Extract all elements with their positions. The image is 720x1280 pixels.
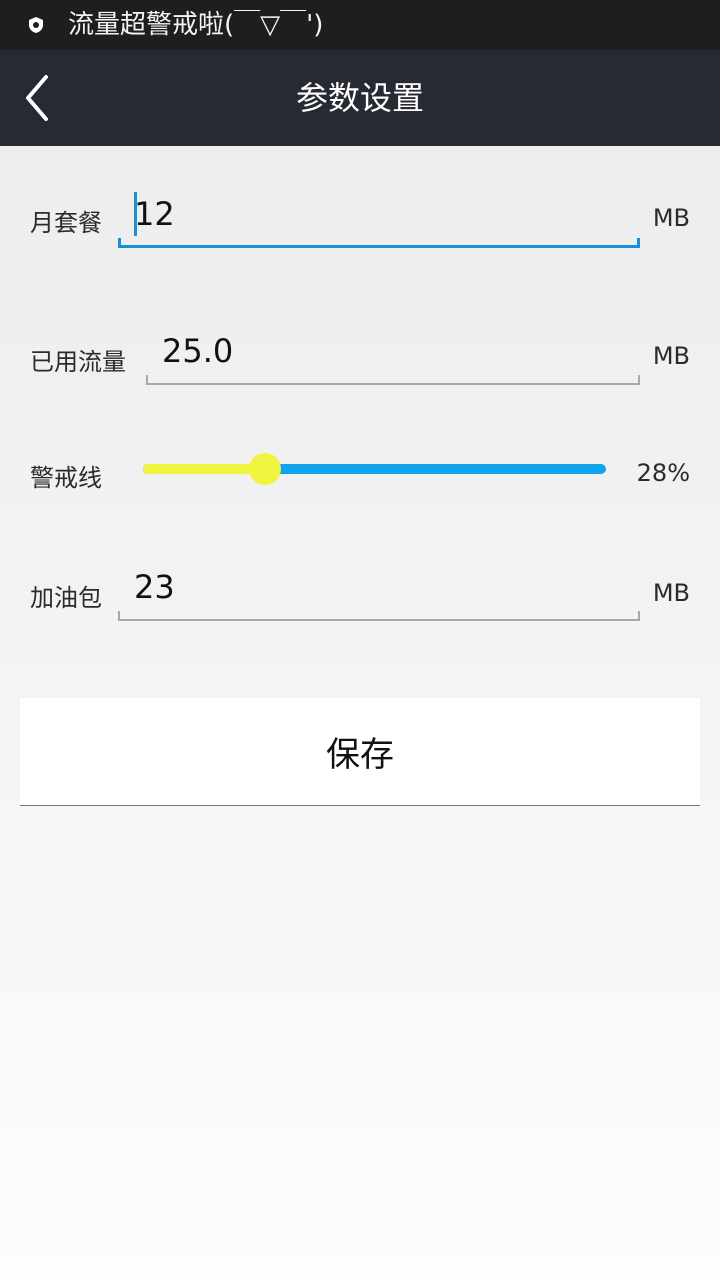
warning-line-value: 28% [636, 459, 690, 487]
used-data-field[interactable] [146, 325, 640, 385]
page-title: 参数设置 [295, 79, 424, 117]
field-underline [118, 611, 640, 621]
used-data-unit: MB [652, 342, 690, 370]
data-pack-unit: MB [652, 579, 690, 607]
slider-thumb[interactable] [249, 453, 281, 485]
warning-line-label: 警戒线 [30, 464, 102, 492]
app-bar: 参数设置 [0, 50, 720, 146]
monthly-plan-unit: MB [652, 204, 690, 232]
monthly-plan-input[interactable] [118, 188, 640, 240]
monthly-plan-label: 月套餐 [30, 209, 102, 237]
field-underline [146, 375, 640, 385]
slider-fill [143, 464, 265, 474]
notification-text: 流量超警戒啦(￣▽￣') [68, 10, 324, 40]
monthly-plan-field[interactable] [118, 188, 640, 248]
shield-icon [29, 17, 43, 33]
warning-line-slider[interactable] [143, 452, 606, 486]
text-caret [134, 192, 137, 236]
data-pack-field[interactable] [118, 561, 640, 621]
data-pack-label: 加油包 [30, 584, 102, 612]
chevron-left-icon [26, 75, 48, 121]
back-button[interactable] [12, 68, 62, 128]
field-underline [118, 238, 640, 248]
save-button[interactable]: 保存 [20, 698, 700, 806]
status-bar: 流量超警戒啦(￣▽￣') [0, 0, 720, 50]
used-data-input[interactable] [146, 325, 640, 377]
used-data-label: 已用流量 [30, 348, 126, 376]
data-pack-input[interactable] [118, 561, 640, 613]
